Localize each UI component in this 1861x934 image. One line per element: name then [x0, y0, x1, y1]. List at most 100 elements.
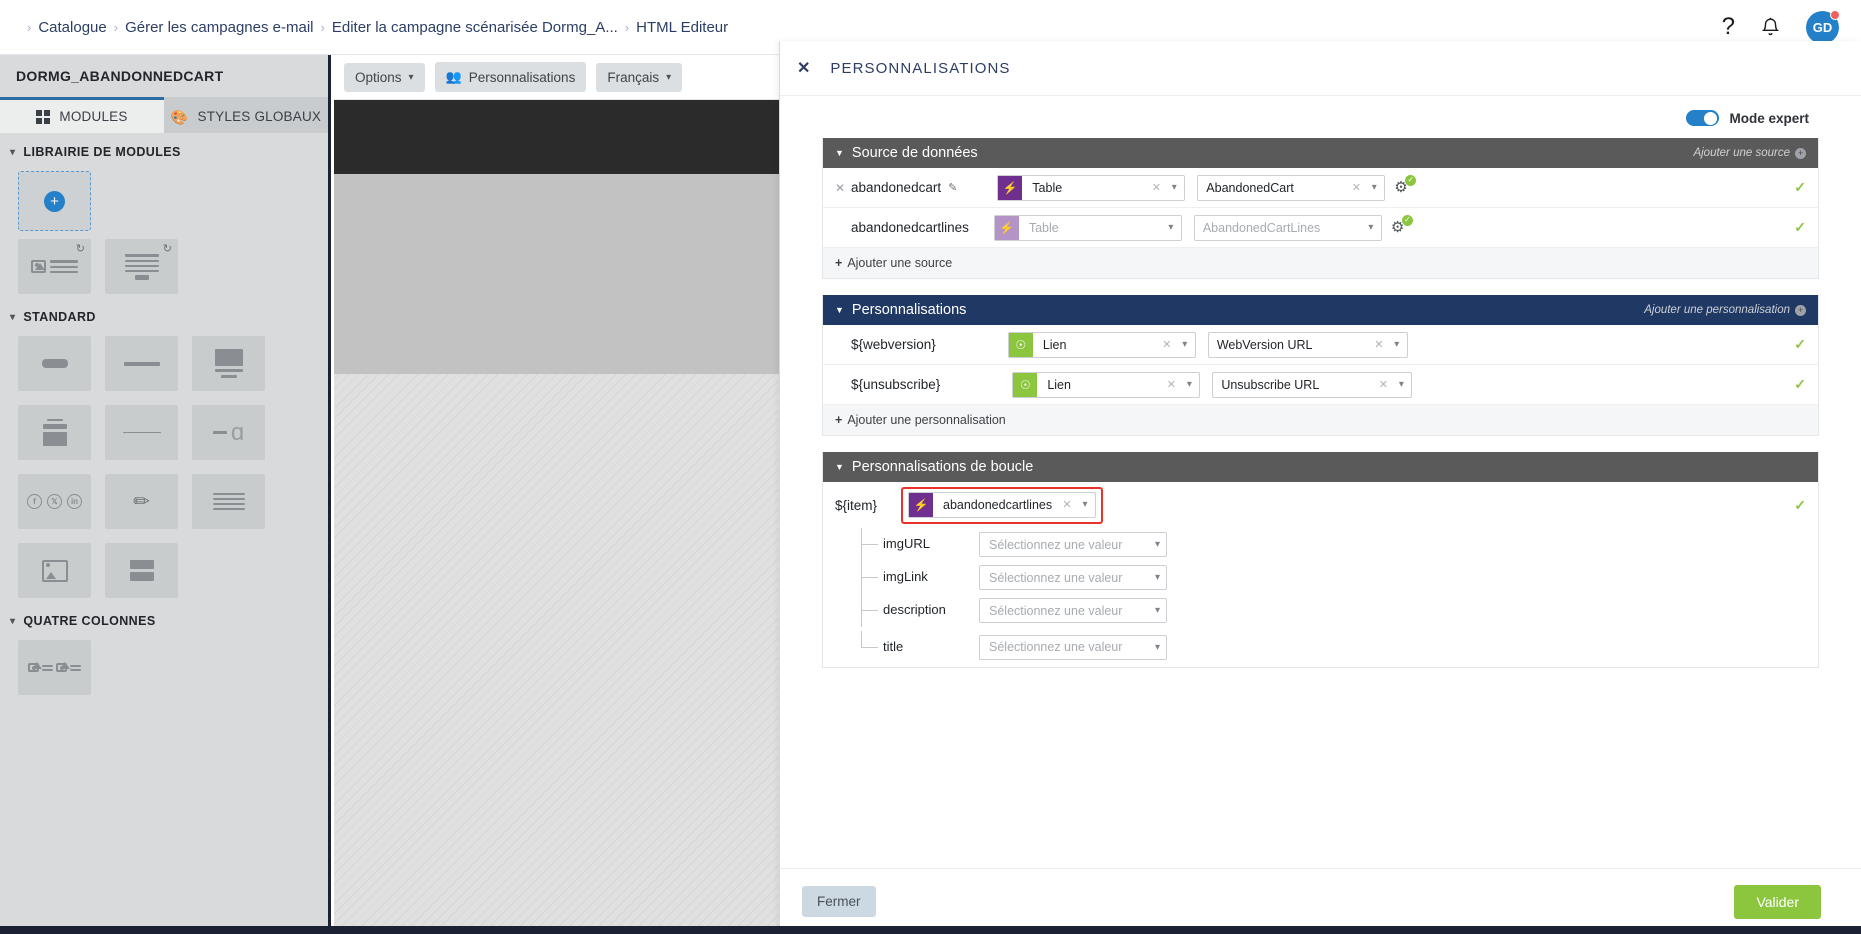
clear-icon[interactable]: ✕ — [1163, 373, 1179, 397]
image-text-thumbnail-icon — [31, 260, 78, 273]
chevron-down-icon[interactable]: ▾ — [1155, 605, 1160, 616]
module-tile-custom-html[interactable]: ✏ — [105, 474, 178, 529]
loop-field-select-imglink[interactable]: Sélectionnez une valeur ▾ — [979, 565, 1167, 590]
section-header-source-de-donnees[interactable]: ▼ Source de données Ajouter une source + — [823, 138, 1818, 168]
palette-icon: 🎨 — [170, 108, 189, 125]
module-tile-divider-thin[interactable] — [105, 405, 178, 460]
chevron-down-icon: ▾ — [666, 71, 672, 83]
email-header-block[interactable] — [334, 100, 780, 174]
chevron-down-icon[interactable]: ▾ — [1155, 642, 1160, 653]
editor-canvas: Options ▾ 👥 Personnalisations Français ▾ — [334, 55, 780, 934]
tab-modules[interactable]: MODULES — [0, 97, 164, 133]
edit-pencil-icon[interactable]: ✎ — [948, 181, 957, 194]
tree-connector-icon: title — [861, 630, 923, 664]
personnalisation-type-value: Lien — [1042, 337, 1067, 352]
avatar[interactable]: GD — [1806, 9, 1840, 44]
add-source-footer-button[interactable]: + Ajouter une source — [823, 248, 1818, 278]
module-tile-four-columns[interactable] — [18, 640, 91, 695]
module-tile-divider-thick[interactable] — [105, 336, 178, 391]
module-grid-librairie: + — [0, 167, 300, 235]
sidebar-section-librairie[interactable]: ▾ LIBRAIRIE DE MODULES — [0, 133, 328, 167]
plus-icon: + — [44, 190, 65, 212]
add-source-link[interactable]: Ajouter une source + — [1693, 147, 1806, 159]
breadcrumb-item-html-editeur[interactable]: HTML Editeur — [636, 19, 728, 36]
email-body-block[interactable] — [334, 174, 780, 374]
status-valid-icon: ✓ — [1794, 179, 1806, 195]
breadcrumb-item-campagnes[interactable]: Gérer les campagnes e-mail — [125, 19, 313, 36]
module-tile-image[interactable] — [18, 543, 91, 598]
chevron-down-icon[interactable]: ▾ — [1175, 333, 1195, 357]
chevron-down-icon[interactable]: ▾ — [1155, 539, 1160, 550]
chevron-down-icon[interactable]: ▾ — [1364, 176, 1384, 200]
chevron-down-icon[interactable]: ▾ — [1179, 373, 1199, 397]
remove-source-icon[interactable]: ✕ — [835, 181, 851, 195]
loop-item-select[interactable]: ⚡ abandonedcartlines ✕ ▾ — [908, 491, 1096, 518]
clear-icon[interactable]: ✕ — [1348, 176, 1364, 200]
chevron-down-icon[interactable]: ▾ — [1075, 493, 1095, 517]
clear-icon[interactable]: ✕ — [1371, 333, 1387, 357]
bell-icon[interactable] — [1761, 17, 1780, 38]
lightning-icon: ⚡ — [998, 175, 1023, 200]
personnalisation-type-select[interactable]: ☉ Lien ✕ ▾ — [1012, 371, 1201, 398]
facebook-icon: f — [27, 494, 42, 509]
sidebar-section-standard[interactable]: ▾ STANDARD — [0, 298, 328, 332]
personnalisations-button[interactable]: 👥 Personnalisations — [434, 62, 587, 92]
close-icon[interactable]: ✕ — [797, 58, 810, 78]
divider-thin-thumbnail-icon — [122, 431, 161, 434]
module-tile-button[interactable] — [18, 336, 91, 391]
module-tile-header[interactable] — [192, 336, 265, 391]
clear-icon[interactable]: ✕ — [1159, 333, 1175, 357]
section-header-loop[interactable]: ▼ Personnalisations de boucle — [823, 452, 1818, 482]
datasource-type-value: Table — [1028, 220, 1059, 235]
loop-field-select-title[interactable]: Sélectionnez une valeur ▾ — [979, 634, 1167, 660]
add-personnalisation-link[interactable]: Ajouter une personnalisation + — [1644, 304, 1806, 316]
loop-field-select-description[interactable]: Sélectionnez une valeur ▾ — [979, 598, 1167, 623]
clear-icon[interactable]: ✕ — [1059, 493, 1075, 517]
gear-icon[interactable]: ⚙ ✓ — [1391, 214, 1413, 237]
module-tile-text[interactable] — [192, 474, 265, 529]
breadcrumb-item-campagne-scenarisee[interactable]: Editer la campagne scénarisée Dormg_A... — [332, 19, 618, 36]
add-personnalisation-footer-button[interactable]: + Ajouter une personnalisation — [823, 405, 1818, 435]
datasource-type-select[interactable]: ⚡ Table ✕ ▾ — [997, 174, 1186, 201]
question-mark-icon[interactable]: ? — [1722, 15, 1735, 39]
loop-field-row: imgLink Sélectionnez une valeur ▾ — [823, 561, 1818, 594]
clear-icon[interactable]: ✕ — [1375, 373, 1391, 397]
datasource-target-select[interactable]: AbandonedCart ✕ ▾ — [1197, 174, 1386, 201]
section-title-source-de-donnees: Source de données — [851, 145, 978, 161]
language-button[interactable]: Français ▾ — [596, 62, 683, 92]
chevron-down-icon[interactable]: ▾ — [1391, 373, 1411, 397]
expert-mode-toggle[interactable] — [1686, 110, 1720, 126]
text-button-thumbnail-icon — [124, 253, 159, 280]
loop-field-select-imgurl[interactable]: Sélectionnez une valeur ▾ — [979, 532, 1167, 557]
fermer-button[interactable]: Fermer — [802, 886, 876, 917]
chevron-down-icon[interactable]: ▾ — [1387, 333, 1407, 357]
personnalisation-target-select[interactable]: WebVersion URL ✕ ▾ — [1207, 331, 1408, 358]
add-source-link-label: Ajouter une source — [1693, 147, 1790, 159]
breadcrumb-item-catalogue[interactable]: Catalogue — [38, 19, 106, 36]
module-tile-two-rows[interactable] — [105, 543, 178, 598]
gear-icon[interactable]: ⚙ ✓ — [1394, 174, 1417, 197]
module-tile-text-link[interactable]: ɑ — [192, 405, 265, 460]
lightning-icon: ⚡ — [909, 492, 933, 517]
module-tile-card[interactable] — [18, 405, 91, 460]
breadcrumb-separator: › — [27, 19, 32, 35]
personnalisation-type-select[interactable]: ☉ Lien ✕ ▾ — [1007, 331, 1196, 358]
twitter-x-icon: 𝕏 — [47, 494, 62, 509]
tree-connector-icon: imgLink — [861, 561, 928, 594]
chevron-down-icon[interactable]: ▾ — [1155, 572, 1160, 583]
clear-icon[interactable]: ✕ — [1148, 176, 1164, 200]
options-button[interactable]: Options ▾ — [344, 62, 425, 92]
module-tile-image-text[interactable]: ↻ — [18, 239, 91, 294]
sidebar-section-quatre-colonnes[interactable]: ▾ QUATRE COLONNES — [0, 602, 328, 636]
module-tile-social[interactable]: f 𝕏 in — [18, 474, 91, 529]
chevron-down-icon[interactable]: ▾ — [1164, 176, 1184, 200]
section-header-personnalisations[interactable]: ▼ Personnalisations Ajouter une personna… — [823, 295, 1818, 325]
valider-button[interactable]: Valider — [1734, 884, 1821, 919]
lightning-icon: ⚡ — [994, 215, 1019, 240]
social-icons: f 𝕏 in — [27, 494, 82, 509]
tab-styles-globaux[interactable]: 🎨 STYLES GLOBAUX — [164, 97, 328, 133]
module-tile-text-button[interactable]: ↻ — [105, 239, 178, 294]
personnalisation-target-select[interactable]: Unsubscribe URL ✕ ▾ — [1212, 371, 1413, 398]
add-module-button[interactable]: + — [18, 171, 91, 231]
module-grid-librairie-saved: ↻ ↻ — [0, 235, 300, 298]
